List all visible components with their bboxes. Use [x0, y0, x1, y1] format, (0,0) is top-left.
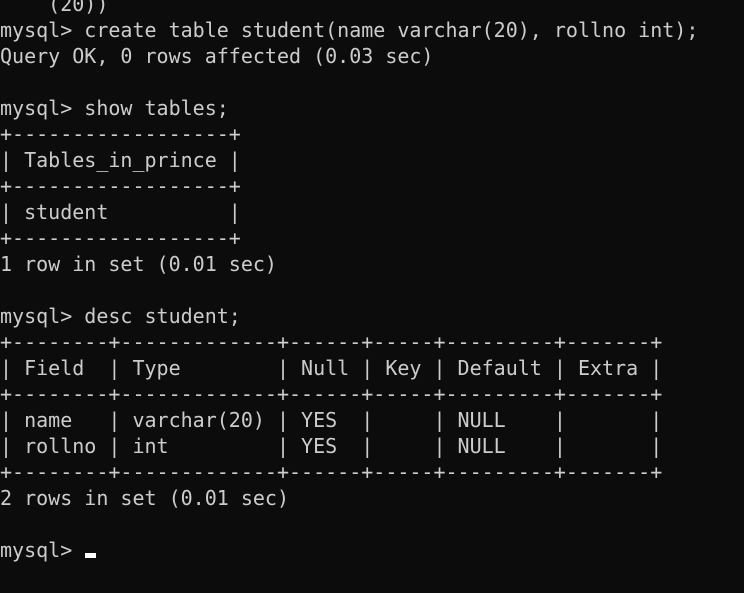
command-prompt-line[interactable]: mysql>	[0, 537, 698, 563]
terminal-line: +------------------+	[0, 122, 241, 146]
terminal-output: (20)) mysql> create table student(name v…	[0, 0, 698, 563]
terminal-line: | Tables_in_prince |	[0, 148, 241, 172]
terminal-line: +--------+-------------+------+-----+---…	[0, 330, 663, 354]
text-cursor	[85, 553, 97, 558]
terminal-line: Query OK, 0 rows affected (0.03 sec)	[0, 44, 434, 68]
terminal-line: +--------+-------------+------+-----+---…	[0, 382, 663, 406]
terminal-line: +------------------+	[0, 226, 241, 250]
mysql-prompt: mysql>	[0, 538, 85, 562]
terminal-line: | student |	[0, 200, 241, 224]
terminal-line: 2 rows in set (0.01 sec)	[0, 486, 289, 510]
terminal-line: mysql> create table student(name varchar…	[0, 18, 699, 42]
terminal-line: +--------+-------------+------+-----+---…	[0, 460, 663, 484]
terminal-line: (20))	[0, 0, 109, 16]
terminal-window[interactable]: (20)) mysql> create table student(name v…	[0, 0, 744, 593]
terminal-line: mysql> show tables;	[0, 96, 229, 120]
terminal-line: mysql> desc student;	[0, 304, 241, 328]
terminal-line: 1 row in set (0.01 sec)	[0, 252, 277, 276]
terminal-line: | name | varchar(20) | YES | | NULL | |	[0, 408, 663, 432]
terminal-line: | Field | Type | Null | Key | Default | …	[0, 356, 663, 380]
terminal-line: +------------------+	[0, 174, 241, 198]
terminal-line: | rollno | int | YES | | NULL | |	[0, 434, 663, 458]
